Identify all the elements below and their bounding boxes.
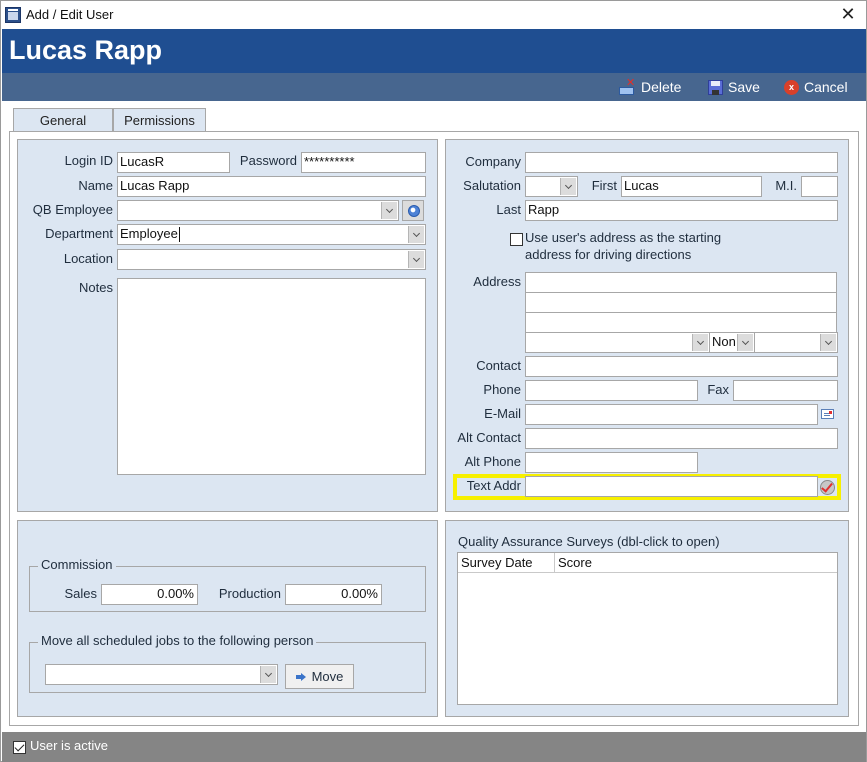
last-name-input[interactable]: Rapp — [525, 200, 838, 221]
login-id-input[interactable]: LucasR — [117, 152, 230, 173]
send-email-icon[interactable] — [821, 409, 834, 419]
delete-button[interactable]: Delete — [619, 76, 682, 96]
save-button[interactable]: Save — [708, 78, 760, 96]
add-edit-user-window: Add / Edit User ✕ Lucas Rapp Delete Save… — [0, 0, 867, 762]
alt-phone-input[interactable] — [525, 452, 698, 473]
app-icon — [5, 7, 21, 23]
last-name-label: Last — [496, 202, 521, 217]
department-select[interactable]: Employee — [117, 224, 426, 245]
first-name-label: First — [591, 178, 617, 193]
window-title: Add / Edit User — [26, 7, 114, 22]
email-input[interactable] — [525, 404, 818, 425]
notes-label: Notes — [79, 280, 113, 295]
sales-commission-input[interactable]: 0.00% — [101, 584, 198, 605]
arrow-right-icon — [295, 672, 306, 681]
middle-initial-label: M.I. — [775, 178, 797, 193]
salutation-label: Salutation — [463, 178, 521, 193]
name-label: Name — [78, 178, 113, 193]
alt-contact-input[interactable] — [525, 428, 838, 449]
zip-select[interactable] — [754, 332, 838, 353]
production-label: Production — [218, 586, 281, 601]
address-line-3-input[interactable] — [525, 312, 837, 333]
department-label: Department — [45, 226, 113, 241]
department-value: Employee — [120, 226, 178, 241]
surveys-title: Quality Assurance Surveys (dbl-click to … — [458, 534, 720, 549]
tab-general[interactable]: General — [13, 108, 113, 132]
location-label: Location — [63, 251, 113, 266]
text-addr-label: Text Addr — [466, 478, 521, 493]
save-label: Save — [728, 79, 760, 95]
notes-textarea[interactable] — [117, 278, 426, 475]
middle-initial-input[interactable] — [801, 176, 838, 197]
address-line-2-input[interactable] — [525, 292, 837, 313]
chevron-down-icon[interactable] — [737, 334, 753, 351]
phone-label: Phone — [483, 382, 521, 397]
toolbar: Delete Save x Cancel — [2, 73, 866, 101]
email-label: E-Mail — [484, 406, 521, 421]
header-banner: Lucas Rapp — [2, 29, 866, 73]
phone-input[interactable] — [525, 380, 698, 401]
password-input[interactable]: ********** — [301, 152, 426, 173]
user-name-heading: Lucas Rapp — [9, 35, 163, 65]
cancel-button[interactable]: x Cancel — [784, 78, 848, 96]
location-select[interactable] — [117, 249, 426, 270]
login-id-label: Login ID — [64, 153, 113, 168]
status-bar: User is active — [2, 732, 866, 762]
name-input[interactable]: Lucas Rapp — [117, 176, 426, 197]
cancel-label: Cancel — [804, 79, 848, 95]
chevron-down-icon[interactable] — [381, 202, 397, 219]
alt-contact-label: Alt Contact — [457, 430, 521, 445]
cancel-icon: x — [784, 79, 799, 95]
password-label: Password — [239, 153, 297, 168]
sales-label: Sales — [64, 586, 97, 601]
state-value: Non — [712, 334, 736, 349]
chevron-down-icon[interactable] — [692, 334, 708, 351]
state-select[interactable]: Non — [709, 332, 755, 353]
use-address-label-line2: address for driving directions — [525, 247, 692, 262]
column-header-survey-date[interactable]: Survey Date — [458, 553, 555, 572]
company-input[interactable] — [525, 152, 838, 173]
fax-input[interactable] — [733, 380, 838, 401]
contact-label: Contact — [476, 358, 521, 373]
chevron-down-icon[interactable] — [820, 334, 836, 351]
surveys-list-header: Survey Date Score — [458, 553, 837, 573]
salutation-select[interactable] — [525, 176, 578, 197]
address-line-1-input[interactable] — [525, 272, 837, 293]
use-address-checkbox[interactable] — [510, 233, 523, 246]
surveys-list[interactable]: Survey Date Score — [457, 552, 838, 705]
save-icon — [708, 79, 723, 95]
move-jobs-title: Move all scheduled jobs to the following… — [38, 633, 317, 648]
city-select[interactable] — [525, 332, 710, 353]
title-bar: Add / Edit User ✕ — [1, 1, 866, 29]
delete-label: Delete — [641, 79, 682, 95]
delete-icon — [619, 76, 636, 95]
column-header-score[interactable]: Score — [555, 553, 837, 572]
move-to-person-select[interactable] — [45, 664, 278, 685]
address-label: Address — [473, 274, 521, 289]
use-address-label-line1: Use user's address as the starting — [525, 230, 722, 245]
user-active-label: User is active — [30, 738, 109, 753]
chevron-down-icon[interactable] — [408, 251, 424, 268]
fax-label: Fax — [707, 382, 729, 397]
text-cursor — [178, 227, 180, 243]
chevron-down-icon[interactable] — [408, 226, 424, 243]
user-active-checkbox[interactable] — [13, 741, 26, 754]
clock-icon[interactable] — [402, 200, 424, 221]
tab-permissions[interactable]: Permissions — [113, 108, 206, 132]
production-commission-input[interactable]: 0.00% — [285, 584, 382, 605]
move-label: Move — [311, 669, 344, 684]
chevron-down-icon[interactable] — [260, 666, 276, 683]
first-name-input[interactable]: Lucas — [621, 176, 762, 197]
qb-employee-label: QB Employee — [32, 202, 113, 217]
verify-text-addr-icon[interactable] — [819, 478, 837, 496]
contact-input[interactable] — [525, 356, 838, 377]
close-icon[interactable]: ✕ — [838, 4, 858, 24]
chevron-down-icon[interactable] — [560, 178, 576, 195]
commission-title: Commission — [38, 557, 116, 572]
alt-phone-label: Alt Phone — [464, 454, 521, 469]
company-label: Company — [465, 154, 521, 169]
move-button[interactable]: Move — [285, 664, 354, 689]
qb-employee-select[interactable] — [117, 200, 399, 221]
text-addr-input[interactable] — [525, 476, 818, 497]
